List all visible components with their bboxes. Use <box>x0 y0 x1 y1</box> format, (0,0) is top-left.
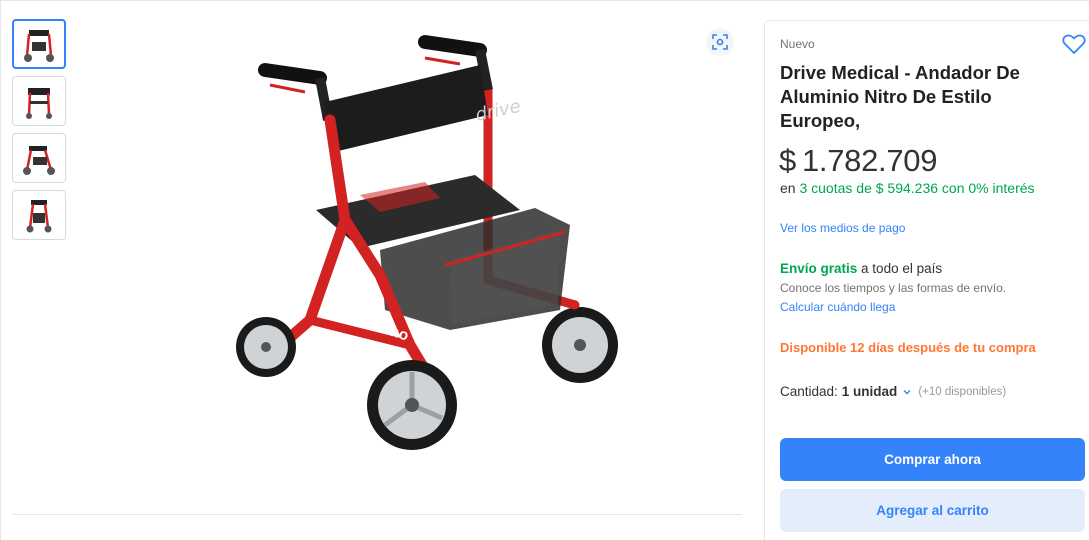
rear-wheel-right <box>542 307 618 383</box>
add-to-cart-button[interactable]: Agregar al carrito <box>780 489 1085 532</box>
zoom-icon <box>712 34 728 50</box>
thumbnail-list <box>12 19 66 247</box>
walker-product-image: drive NITRO <box>236 35 618 450</box>
front-wheel-right <box>367 360 457 450</box>
product-condition: Nuevo <box>780 37 815 51</box>
calculate-delivery-link[interactable]: Calcular cuándo llega <box>780 300 895 314</box>
walker-front-thumbnail <box>24 30 54 62</box>
product-gallery[interactable]: drive NITRO <box>80 20 740 490</box>
thumbnail-2[interactable] <box>12 76 66 126</box>
thumbnail-3[interactable] <box>12 133 66 183</box>
product-title: Drive Medical - Andador De Aluminio Nitr… <box>780 62 1020 131</box>
quantity-value[interactable]: 1 unidad <box>842 384 898 399</box>
quantity-label: Cantidad: <box>780 384 838 399</box>
installments-info: en 3 cuotas de $ 594.236 con 0% interés <box>780 180 1050 196</box>
installments-text: 3 cuotas de $ 594.236 con 0% interés <box>799 180 1035 196</box>
thumbnail-1[interactable] <box>12 19 66 69</box>
product-price: $1.782.709 <box>779 143 937 179</box>
stock-count: (+10 disponibles) <box>918 385 1007 398</box>
walker-side-thumbnail <box>23 146 55 175</box>
walker-folded-thumbnail <box>26 200 52 233</box>
zoom-button[interactable] <box>706 28 734 56</box>
payment-methods-link[interactable]: Ver los medios de pago <box>780 221 905 235</box>
walker-back-thumbnail <box>26 88 52 119</box>
free-shipping-label: Envío gratis <box>780 261 858 276</box>
buy-now-button[interactable]: Comprar ahora <box>780 438 1085 481</box>
installments-prefix: en <box>780 180 796 196</box>
favorite-button[interactable] <box>1062 33 1086 55</box>
price-currency: $ <box>779 143 796 178</box>
shipping-subtitle: Conoce los tiempos y las formas de envío… <box>780 281 1007 295</box>
shipping-info: Envío gratis a todo el país <box>780 261 942 276</box>
heart-icon <box>1062 34 1086 54</box>
gallery-divider <box>12 514 742 515</box>
availability-notice: Disponible 12 días después de tu compra <box>780 340 1036 355</box>
chevron-down-icon[interactable] <box>902 387 912 397</box>
shipping-scope: a todo el país <box>861 261 943 276</box>
quantity-selector[interactable]: Cantidad: 1 unidad (+10 disponibles) <box>780 384 1006 399</box>
thumbnail-4[interactable] <box>12 190 66 240</box>
front-wheel-left <box>236 317 296 377</box>
price-amount: 1.782.709 <box>801 143 938 178</box>
